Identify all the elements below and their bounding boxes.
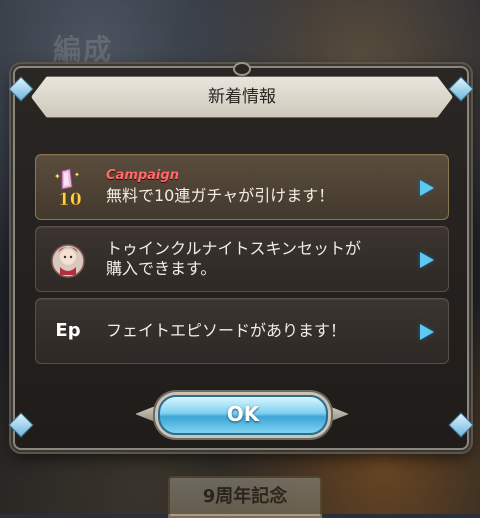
campaign-tag: Campaign <box>106 168 179 183</box>
news-item-text-line2: 購入できます。 <box>106 259 217 278</box>
arrow-right-icon <box>420 324 434 340</box>
ok-button[interactable]: OK <box>158 395 328 435</box>
news-item-text: フェイトエピソードがあります！ <box>106 321 347 340</box>
news-dialog: 新着情報 ✦ ✦ 10 Campaign 無料で10連ガチャが引けます！ トゥイ… <box>8 62 474 450</box>
episode-icon: Ep <box>55 320 81 341</box>
news-item-skin-set[interactable]: トゥインクルナイトスキンセットが 購入できます。 <box>35 226 449 292</box>
news-item-campaign[interactable]: ✦ ✦ 10 Campaign 無料で10連ガチャが引けます！ <box>35 154 449 220</box>
corner-gem-icon <box>8 412 34 438</box>
svg-text:✦: ✦ <box>74 171 80 179</box>
dialog-title: 新着情報 <box>208 87 276 107</box>
arrow-right-icon <box>420 252 434 268</box>
news-item-text-line1: トゥインクルナイトスキンセットが <box>106 239 362 258</box>
title-ornament-icon <box>233 62 251 76</box>
gacha-crystal-icon: ✦ ✦ 10 <box>48 167 88 210</box>
corner-gem-icon <box>8 76 34 102</box>
news-item-fate-episode[interactable]: Ep フェイトエピソードがあります！ <box>35 298 449 364</box>
gacha-count-label: 10 <box>58 190 82 207</box>
arrow-right-icon <box>420 180 434 196</box>
svg-text:✦: ✦ <box>54 172 61 181</box>
news-item-text: 無料で10連ガチャが引けます！ <box>106 186 335 205</box>
dialog-title-bar: 新着情報 <box>31 76 453 118</box>
character-skin-icon <box>48 239 88 279</box>
